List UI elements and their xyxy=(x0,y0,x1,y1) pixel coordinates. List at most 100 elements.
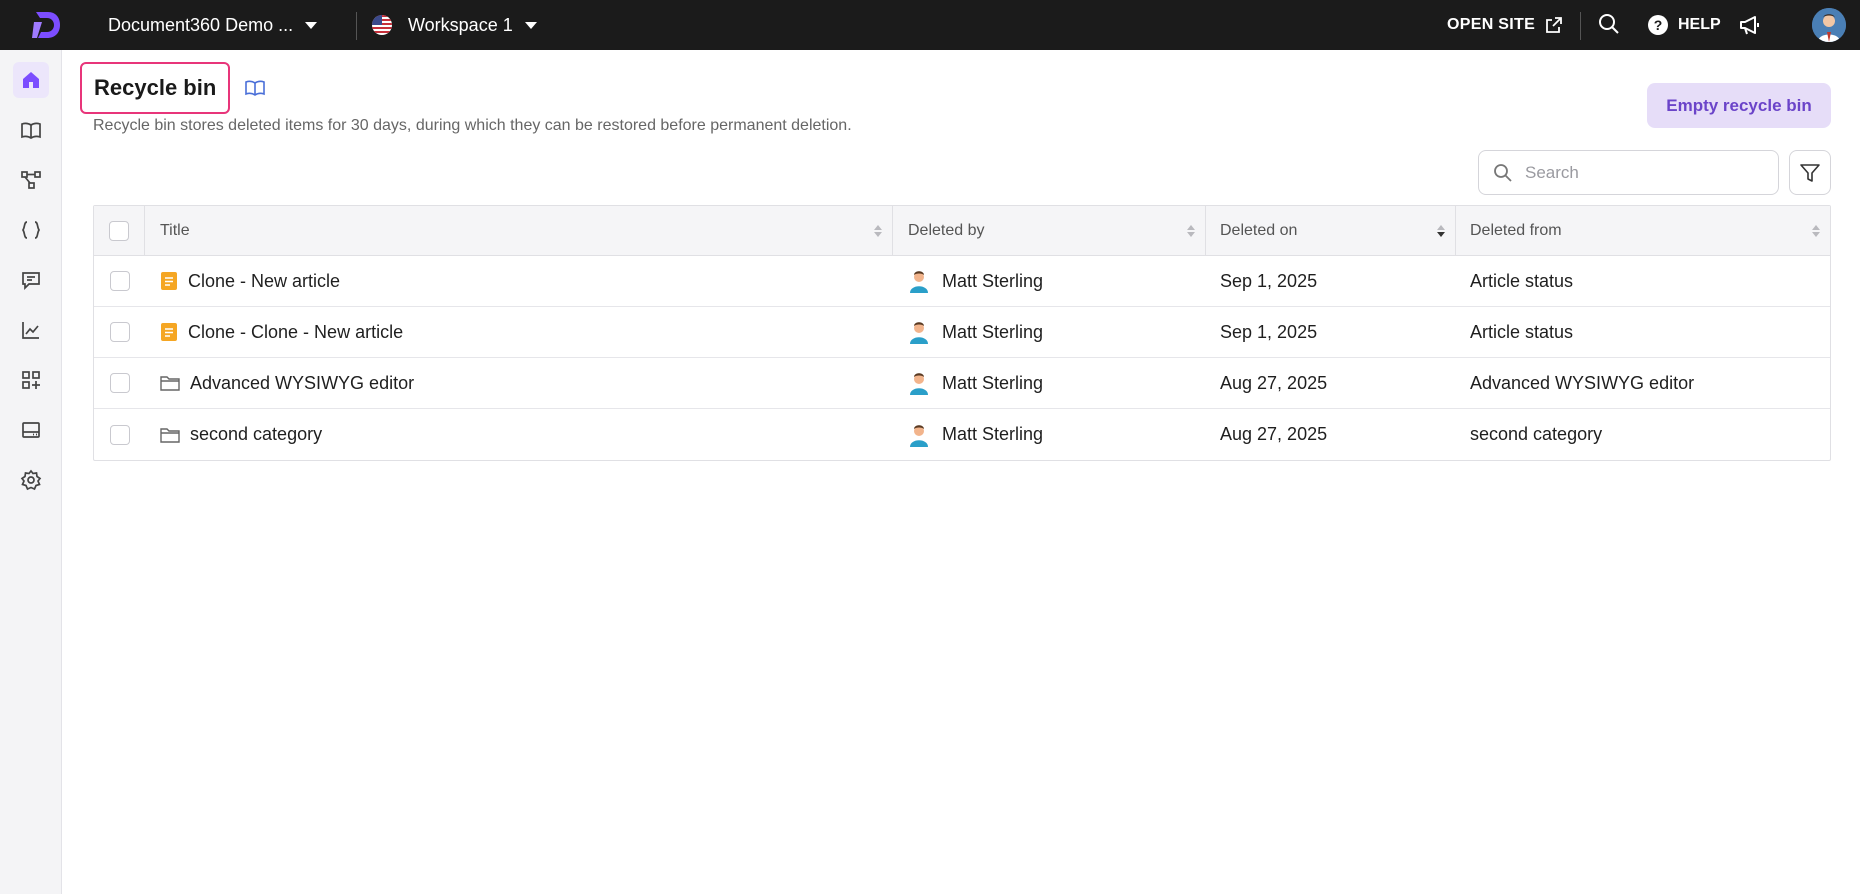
code-braces-icon xyxy=(21,221,41,239)
divider xyxy=(1580,12,1581,40)
comment-icon xyxy=(22,272,40,291)
workspace-selector[interactable]: Workspace 1 xyxy=(372,0,537,50)
empty-recycle-bin-button[interactable]: Empty recycle bin xyxy=(1647,83,1831,128)
hierarchy-icon xyxy=(21,171,41,189)
sort-icon[interactable] xyxy=(874,224,882,237)
user-avatar[interactable] xyxy=(1812,8,1846,42)
chevron-down-icon xyxy=(524,21,537,29)
header-select-all xyxy=(94,206,145,255)
row-deleted-from: Advanced WYSIWYG editor xyxy=(1456,358,1830,408)
megaphone-icon[interactable] xyxy=(1738,13,1762,42)
row-checkbox[interactable] xyxy=(109,424,130,445)
chevron-down-icon xyxy=(305,21,318,29)
sort-icon[interactable] xyxy=(1187,224,1195,237)
table-row[interactable]: Clone - New article Matt Sterling Sep 1,… xyxy=(94,256,1830,307)
apps-icon xyxy=(22,371,40,389)
sidebar-item-api[interactable] xyxy=(13,212,49,248)
column-header-deleted-from[interactable]: Deleted from xyxy=(1456,206,1830,255)
project-selector[interactable]: Document360 Demo ... xyxy=(108,0,318,50)
deleted-on-date: Sep 1, 2025 xyxy=(1220,270,1318,291)
folder-icon xyxy=(160,426,180,444)
home-icon xyxy=(23,72,39,88)
row-deleted-from: Article status xyxy=(1456,256,1830,306)
row-deleted-on: Sep 1, 2025 xyxy=(1206,307,1456,357)
sidebar-item-home[interactable] xyxy=(13,62,49,98)
row-checkbox[interactable] xyxy=(109,271,130,291)
article-icon xyxy=(160,271,178,291)
search-input[interactable] xyxy=(1525,162,1755,183)
analytics-icon xyxy=(22,322,39,339)
user-avatar-icon xyxy=(908,371,930,395)
deleted-on-date: Aug 27, 2025 xyxy=(1220,424,1328,444)
widget-icon xyxy=(22,422,40,438)
search-icon xyxy=(1494,163,1512,182)
page-description: Recycle bin stores deleted items for 30 … xyxy=(93,117,852,134)
deleted-from-location: Article status xyxy=(1470,270,1574,291)
column-header-title[interactable]: Title xyxy=(145,206,893,255)
sort-icon[interactable] xyxy=(1812,224,1820,237)
deleted-on-date: Sep 1, 2025 xyxy=(1220,321,1318,342)
row-checkbox[interactable] xyxy=(109,373,130,393)
help-label: HELP xyxy=(1678,16,1721,33)
row-select xyxy=(94,358,145,408)
row-deleted-by: Matt Sterling xyxy=(893,358,1206,408)
sidebar-item-feedback[interactable] xyxy=(13,262,49,298)
row-select xyxy=(94,256,145,306)
sidebar-item-settings[interactable] xyxy=(13,462,49,498)
row-deleted-on: Sep 1, 2025 xyxy=(1206,256,1456,306)
sidebar-item-integrations[interactable] xyxy=(13,362,49,398)
column-label: Deleted on xyxy=(1220,221,1298,239)
project-name: Document360 Demo ... xyxy=(108,14,294,35)
question-mark-icon: ? xyxy=(1648,15,1668,35)
row-deleted-by: Matt Sterling xyxy=(893,256,1206,306)
row-checkbox[interactable] xyxy=(109,322,130,342)
page-title: Recycle bin xyxy=(94,75,217,100)
filter-button[interactable] xyxy=(1789,150,1831,195)
search-icon[interactable] xyxy=(1598,13,1620,40)
open-site-button[interactable]: OPEN SITE xyxy=(1447,0,1563,50)
workspace-name: Workspace 1 xyxy=(408,14,513,35)
recycle-bin-table: Title Deleted by Deleted on Deleted from… xyxy=(93,205,1831,461)
table-row[interactable]: Clone - Clone - New article Matt Sterlin… xyxy=(94,307,1830,358)
document360-logo-icon[interactable] xyxy=(28,8,64,42)
table-row[interactable]: second category Matt Sterling Aug 27, 20… xyxy=(94,409,1830,460)
table-header: Title Deleted by Deleted on Deleted from xyxy=(94,206,1830,256)
help-button[interactable]: ? HELP xyxy=(1648,0,1721,50)
article-icon xyxy=(160,322,178,342)
column-label: Title xyxy=(160,221,190,239)
table-row[interactable]: Advanced WYSIWYG editor Matt Sterling Au… xyxy=(94,358,1830,409)
item-title: Clone - New article xyxy=(188,270,341,291)
row-title: Clone - Clone - New article xyxy=(145,307,893,357)
filter-icon xyxy=(1800,163,1820,182)
documentation-book-icon[interactable] xyxy=(244,78,266,103)
external-link-icon xyxy=(1546,17,1562,33)
column-label: Deleted by xyxy=(908,221,985,239)
divider xyxy=(356,12,357,40)
deleted-by-name: Matt Sterling xyxy=(942,270,1044,291)
row-select xyxy=(94,307,145,357)
sidebar-item-widgets[interactable] xyxy=(13,412,49,448)
user-avatar-icon xyxy=(908,269,930,293)
us-flag-icon xyxy=(372,15,392,35)
deleted-by-name: Matt Sterling xyxy=(942,321,1044,342)
row-deleted-on: Aug 27, 2025 xyxy=(1206,409,1456,460)
book-icon xyxy=(21,122,41,140)
search-field[interactable] xyxy=(1478,150,1779,195)
page-title-highlight: Recycle bin xyxy=(80,62,231,114)
column-header-deleted-on[interactable]: Deleted on xyxy=(1206,206,1456,255)
sidebar-item-analytics[interactable] xyxy=(13,312,49,348)
column-header-deleted-by[interactable]: Deleted by xyxy=(893,206,1206,255)
row-deleted-by: Matt Sterling xyxy=(893,409,1206,460)
sidebar-item-documentation[interactable] xyxy=(13,112,49,148)
sort-desc-icon[interactable] xyxy=(1437,224,1445,237)
item-title: second category xyxy=(190,424,323,444)
folder-icon xyxy=(160,374,180,392)
item-title: Clone - Clone - New article xyxy=(188,321,404,342)
open-site-label: OPEN SITE xyxy=(1447,16,1536,33)
deleted-by-name: Matt Sterling xyxy=(942,372,1044,393)
sidebar-item-hierarchy[interactable] xyxy=(13,162,49,198)
row-select xyxy=(94,409,145,460)
item-title: Advanced WYSIWYG editor xyxy=(190,372,415,393)
deleted-by-name: Matt Sterling xyxy=(942,424,1044,444)
select-all-checkbox[interactable] xyxy=(109,220,129,241)
